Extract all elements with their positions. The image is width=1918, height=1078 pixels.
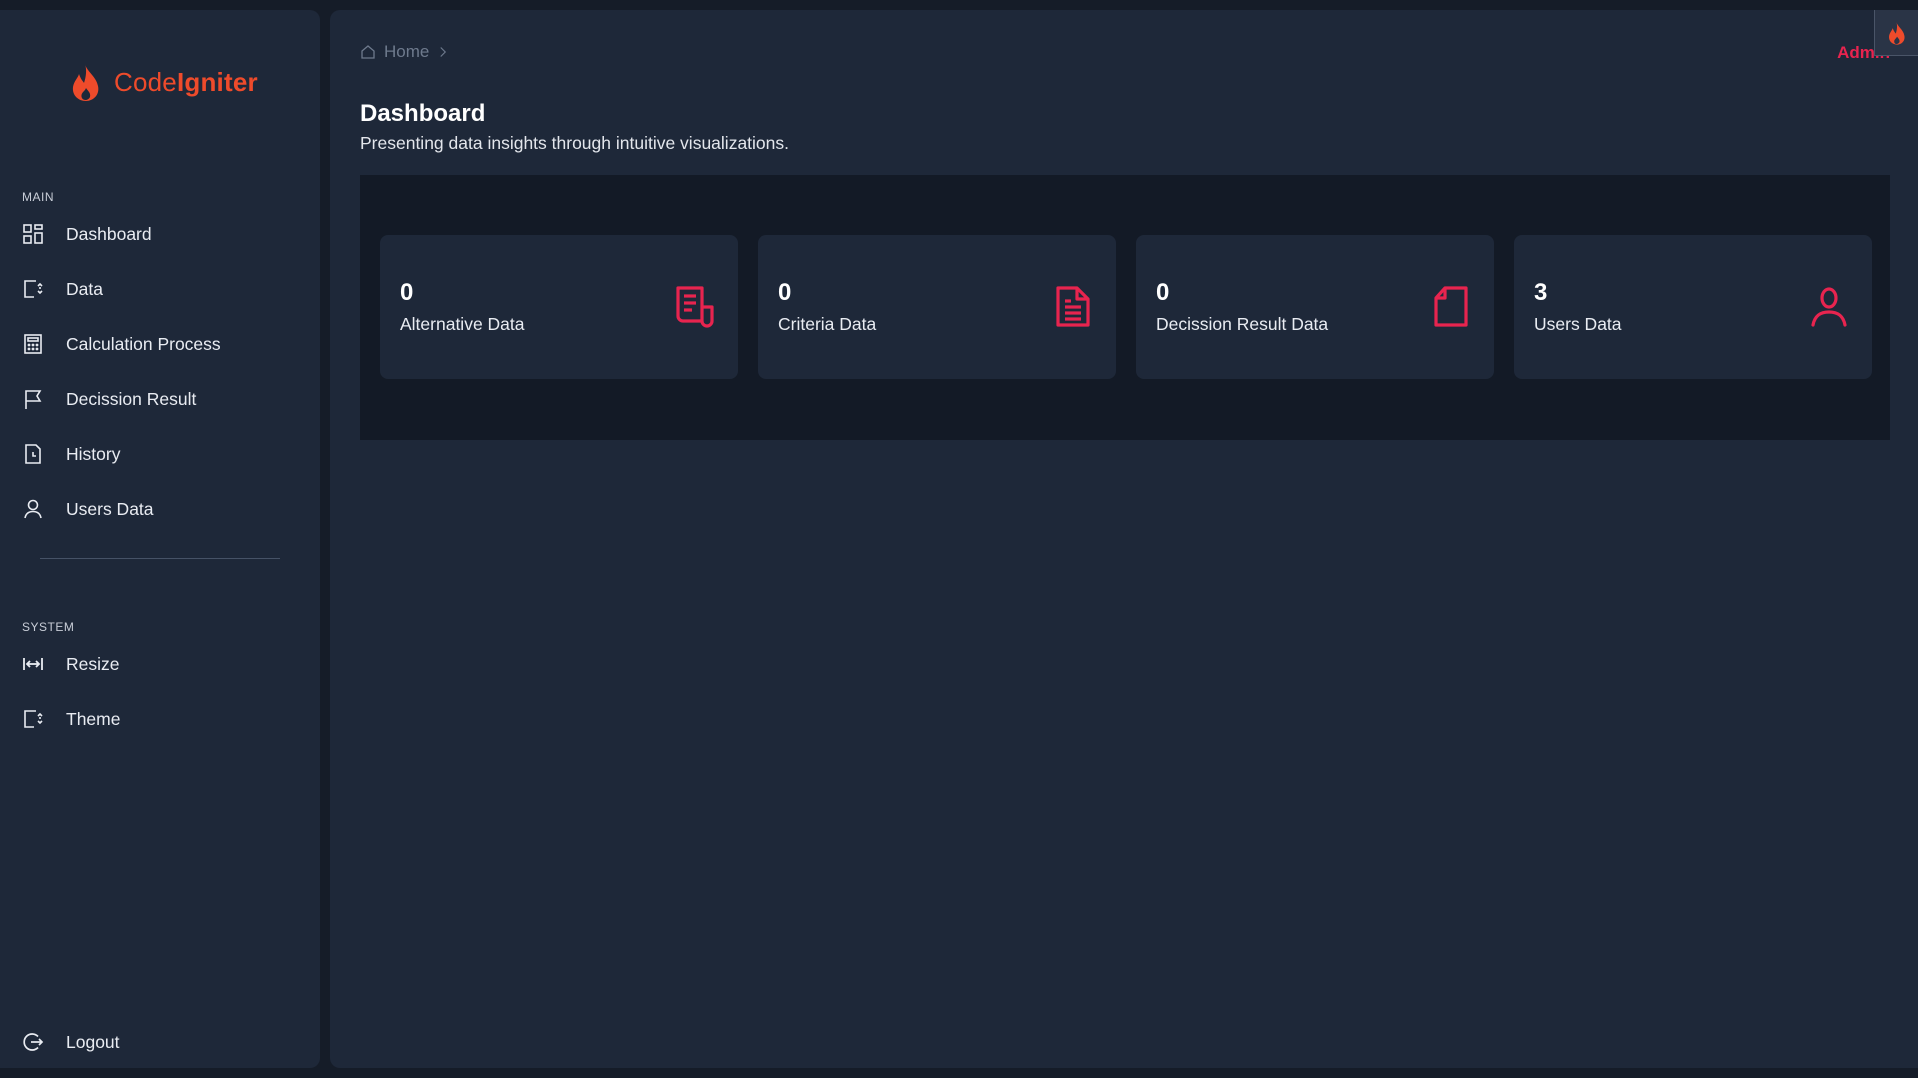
- sidebar-item-users-data[interactable]: Users Data: [22, 492, 302, 526]
- stat-card-criteria-data[interactable]: 0 Criteria Data: [758, 235, 1116, 379]
- app-root: CodeIgniter MAIN Dashboard Data Calculat…: [0, 0, 1918, 1078]
- sidebar-divider: [40, 558, 280, 559]
- sidebar: CodeIgniter MAIN Dashboard Data Calculat…: [0, 10, 320, 1068]
- sidebar-item-resize[interactable]: Resize: [22, 647, 302, 681]
- stat-card-decission-result-data[interactable]: 0 Decission Result Data: [1136, 235, 1494, 379]
- stat-count: 0: [778, 279, 792, 306]
- sidebar-item-dashboard[interactable]: Dashboard: [22, 217, 302, 251]
- flame-icon: [72, 64, 99, 101]
- sidebar-item-label: History: [66, 443, 121, 464]
- sidebar-item-history[interactable]: History: [22, 437, 302, 471]
- sidebar-item-label: Calculation Process: [66, 333, 221, 354]
- brand-logo[interactable]: CodeIgniter: [68, 62, 258, 102]
- stats-panel: 0 Alternative Data 0 Criteria Data 0 Dec…: [360, 175, 1890, 440]
- stat-count: 0: [400, 279, 414, 306]
- document-clock-icon: [25, 444, 41, 464]
- theme-icon: [24, 710, 43, 728]
- stat-count: 0: [1156, 279, 1170, 306]
- file-text-icon: [1056, 286, 1090, 327]
- user-icon: [1811, 287, 1847, 327]
- sidebar-item-label: Data: [66, 278, 103, 299]
- sidebar-item-decission-result[interactable]: Decission Result: [22, 382, 302, 416]
- calculator-icon: [24, 334, 42, 354]
- sidebar-item-data[interactable]: Data: [22, 272, 302, 306]
- sidebar-item-calculation-process[interactable]: Calculation Process: [22, 327, 302, 361]
- flame-icon: [1888, 21, 1905, 45]
- chevron-right-icon: [440, 47, 447, 57]
- data-icon: [24, 280, 43, 298]
- user-icon: [24, 499, 42, 519]
- sidebar-item-label: Resize: [66, 653, 120, 674]
- main-panel: Home Admin Dashboard Presenting data ins…: [330, 10, 1918, 1068]
- logout-label: Logout: [66, 1031, 120, 1052]
- file-icon: [1434, 286, 1468, 327]
- page-subtitle: Presenting data insights through intuiti…: [360, 133, 789, 153]
- logout-button[interactable]: Logout: [22, 1025, 302, 1059]
- page-title: Dashboard: [360, 100, 486, 127]
- stat-count: 3: [1534, 279, 1548, 306]
- sidebar-item-label: Users Data: [66, 498, 154, 519]
- stat-card-alternative-data[interactable]: 0 Alternative Data: [380, 235, 738, 379]
- stat-label: Users Data: [1534, 314, 1622, 334]
- sidebar-item-label: Theme: [66, 708, 121, 729]
- grid-icon: [23, 224, 43, 244]
- stat-label: Criteria Data: [778, 314, 877, 334]
- breadcrumb-home-link[interactable]: Home: [384, 42, 429, 62]
- breadcrumb: Home: [360, 42, 449, 62]
- logout-icon: [23, 1033, 44, 1051]
- sidebar-item-label: Decission Result: [66, 388, 197, 409]
- sidebar-item-theme[interactable]: Theme: [22, 702, 302, 736]
- stat-label: Decission Result Data: [1156, 314, 1329, 334]
- section-label-system: SYSTEM: [22, 620, 75, 634]
- home-icon: [361, 45, 375, 59]
- stat-card-users-data[interactable]: 3 Users Data: [1514, 235, 1872, 379]
- sidebar-item-label: Dashboard: [66, 223, 152, 244]
- flag-icon: [25, 390, 42, 409]
- corner-badge[interactable]: [1874, 10, 1918, 56]
- resize-icon: [23, 658, 43, 670]
- section-label-main: MAIN: [22, 190, 54, 204]
- stat-label: Alternative Data: [400, 314, 525, 334]
- brand-name: CodeIgniter: [114, 66, 258, 97]
- report-icon: [676, 286, 714, 328]
